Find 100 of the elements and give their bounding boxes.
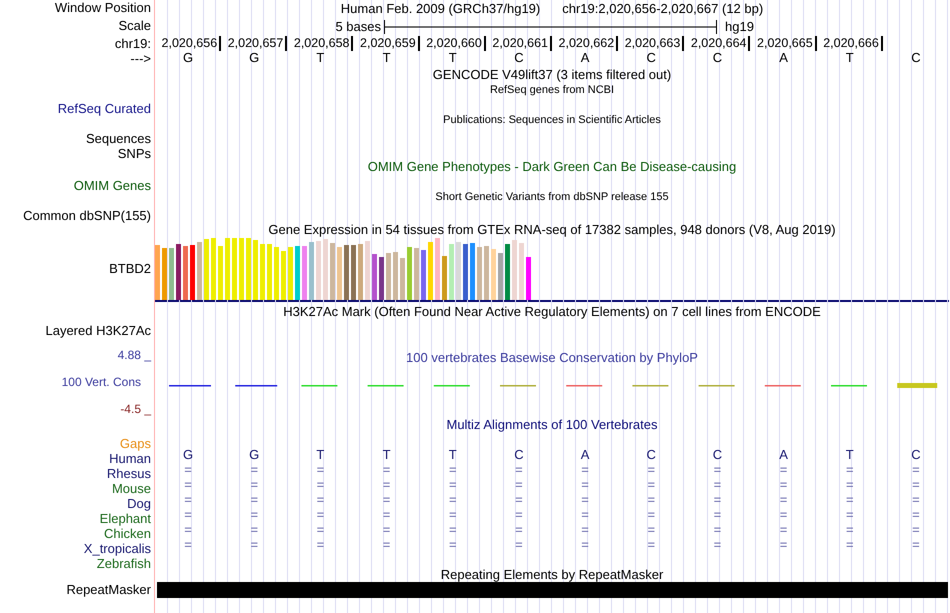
alignment-base: C <box>646 447 656 462</box>
species-label[interactable]: Human <box>109 451 151 466</box>
alignment-base: = <box>448 492 457 507</box>
expression-bar <box>211 238 216 300</box>
base-letter: T <box>448 51 457 65</box>
track-label[interactable]: RefSeq Curated <box>58 101 151 116</box>
alignment-base: = <box>581 492 589 507</box>
expression-bar <box>309 242 314 300</box>
coordinate-label: 2,020,664 <box>684 36 750 51</box>
track-label[interactable]: Sequences <box>86 131 151 146</box>
coordinate-label: 2,020,663 <box>618 36 684 51</box>
coordinate-label: 2,020,659 <box>353 36 420 51</box>
alignment-base: C <box>514 447 524 462</box>
expression-bar <box>449 244 454 300</box>
alignment-base: = <box>382 462 390 477</box>
alignment-base: = <box>515 492 523 507</box>
expression-bar <box>379 257 384 300</box>
species-label[interactable]: Chicken <box>104 526 151 541</box>
expression-bar <box>330 243 335 300</box>
alignment-base: = <box>316 537 324 552</box>
alignment-base: = <box>714 522 722 537</box>
species-label[interactable]: X_tropicalis <box>84 541 151 556</box>
row-label[interactable]: Window Position <box>54 0 151 15</box>
expression-bar <box>386 253 391 300</box>
species-label[interactable]: Rhesus <box>106 466 151 481</box>
alignment-base: T <box>448 447 457 462</box>
alignment-base: = <box>846 522 854 537</box>
expression-bar <box>519 243 524 300</box>
alignment-base: = <box>714 537 722 552</box>
track-title: Short Genetic Variants from dbSNP release 155 <box>435 191 669 204</box>
coordinate-label: 2,020,658 <box>287 36 354 51</box>
alignment-base: = <box>647 462 656 477</box>
assembly-text: Human Feb. 2009 (GRCh37/hg19) <box>340 0 540 18</box>
alignment-base: = <box>714 462 722 477</box>
alignment-base: = <box>912 522 920 537</box>
base-letter: G <box>249 51 260 65</box>
expression-bar <box>183 246 188 300</box>
species-label[interactable]: Elephant <box>100 511 151 526</box>
row-label[interactable]: chr19: <box>114 36 151 51</box>
species-label[interactable]: Zebrafish <box>96 556 151 571</box>
alignment-base: A <box>779 447 788 462</box>
alignment-base: = <box>515 507 523 522</box>
species-label[interactable]: Mouse <box>112 481 151 496</box>
track-title: 100 vertebrates Basewise Conservation by PhyloP <box>406 350 698 365</box>
alignment-base: = <box>184 477 192 492</box>
alignment-base: = <box>316 492 324 507</box>
base-letter: C <box>514 51 524 65</box>
expression-bar <box>484 246 489 300</box>
alignment-base: = <box>581 477 589 492</box>
alignment-base: T <box>846 447 854 462</box>
expression-bar <box>414 248 419 300</box>
expression-bar <box>260 244 265 300</box>
alignment-base: = <box>647 492 656 507</box>
alignment-base: = <box>382 492 390 507</box>
expression-bar <box>477 247 482 300</box>
base-letter: T <box>382 51 391 65</box>
alignment-base: = <box>912 477 920 492</box>
track-label[interactable]: Common dbSNP(155) <box>23 208 151 223</box>
alignment-base: = <box>846 537 854 552</box>
expression-bar <box>267 244 272 300</box>
coordinate-label: 2,020,665 <box>750 36 817 51</box>
alignment-base: = <box>515 462 523 477</box>
expression-bar <box>225 238 230 300</box>
expression-bar <box>253 240 258 300</box>
alignment-base: = <box>250 477 258 492</box>
alignment-base: = <box>184 537 192 552</box>
track-label[interactable]: OMIM Genes <box>74 178 151 193</box>
base-letter: C <box>911 51 921 65</box>
alignment-base: = <box>515 522 523 537</box>
expression-bar <box>302 246 307 300</box>
track-title: RefSeq genes from NCBI <box>490 84 614 97</box>
alignment-base: = <box>581 522 589 537</box>
expression-bar <box>162 248 167 300</box>
alignment-base: = <box>448 507 457 522</box>
alignment-base: = <box>250 537 258 552</box>
expression-bar <box>246 238 251 300</box>
track-label[interactable]: Layered H3K27Ac <box>45 323 151 338</box>
expression-bar <box>526 257 531 300</box>
track-label[interactable]: SNPs <box>118 146 151 161</box>
row-label[interactable]: Scale <box>118 18 151 33</box>
track-label[interactable]: RepeatMasker <box>66 582 151 597</box>
track-title: H3K27Ac Mark (Often Found Near Active Regulatory Elements) on 7 cell lines from ENCODE <box>283 304 821 319</box>
strand-label[interactable]: ---> <box>130 51 151 66</box>
species-label[interactable]: Dog <box>127 496 151 511</box>
alignment-base: = <box>448 537 457 552</box>
expression-bar <box>232 238 237 300</box>
alignment-base: = <box>647 477 656 492</box>
expression-bar <box>218 246 223 300</box>
alignment-base: = <box>780 492 788 507</box>
gene-label[interactable]: BTBD2 <box>109 261 151 276</box>
alignment-base: = <box>780 522 788 537</box>
alignment-base: = <box>448 522 457 537</box>
expression-bar <box>190 245 195 300</box>
alignment-base: = <box>714 477 722 492</box>
base-letter: G <box>183 51 194 65</box>
expression-bar <box>358 244 363 300</box>
expression-bar <box>295 246 300 300</box>
alignment-base: G <box>249 447 260 462</box>
alignment-base: = <box>647 537 656 552</box>
track-label[interactable]: 100 Vert. Cons <box>62 375 153 389</box>
